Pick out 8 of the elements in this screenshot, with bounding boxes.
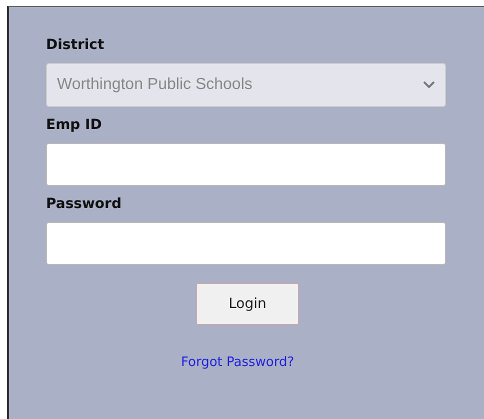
forgot-password-link[interactable]: Forgot Password?: [181, 355, 294, 370]
field-label: Password: [46, 196, 122, 214]
chevron-icon: [423, 81, 435, 89]
input-field[interactable]: [46, 222, 446, 265]
input-field[interactable]: [46, 143, 446, 186]
login-button[interactable]: Login: [196, 283, 299, 325]
field-label: Emp ID: [46, 117, 103, 135]
field-label: District: [46, 37, 106, 55]
